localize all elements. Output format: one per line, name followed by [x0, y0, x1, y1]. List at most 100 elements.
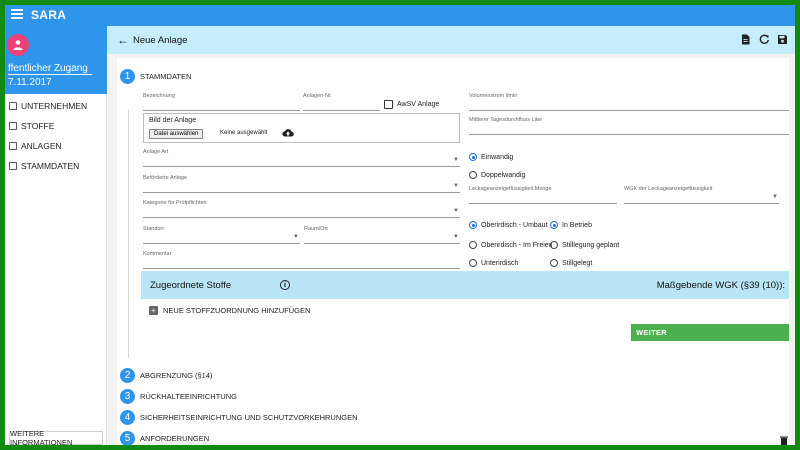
wgk-leckage-select[interactable]: WGK der Leckageanzeigeflüssigkeit ▼ — [624, 186, 779, 204]
form-card: 1 STAMMDATEN Bezeichnung Anlagen-Nr. AwS… — [117, 58, 789, 445]
standort-select[interactable]: Standort ▼ — [143, 226, 300, 244]
radio-oberirdisch-im-freien[interactable]: Oberirdisch - Im Freien — [469, 241, 553, 249]
add-stoff-button[interactable]: + NEUE STOFFZUORDNUNG HINZUFÜGEN — [149, 306, 310, 315]
sidebar-user-name[interactable]: ffentlicher Zugang — [8, 63, 92, 75]
tune-icon — [9, 142, 17, 150]
sidebar-header: ffentlicher Zugang 7.11.2017 — [5, 26, 107, 94]
tagesdurchfluss-field[interactable]: Mittlerer Tagesdurchfluss Liter — [469, 117, 789, 135]
radio-label: Unterirdisch — [481, 259, 519, 267]
field-label: Anlage Art — [143, 149, 169, 155]
sidebar-item-label: UNTERNEHMEN — [21, 101, 88, 111]
step-label: ANFORDERUNGEN — [140, 433, 210, 443]
sidebar-item-anlagen[interactable]: ANLAGEN — [9, 138, 105, 154]
leckage-menge-field[interactable]: Leckageanzeigeflüssigkeit Menge — [469, 186, 617, 204]
pdf-document-icon[interactable] — [740, 34, 751, 45]
weiter-button[interactable]: WEITER — [631, 324, 789, 341]
step-number: 2 — [120, 367, 135, 383]
main-content: ← Neue Anlage 1 STAMMDATEN Bezeichnung A… — [107, 26, 795, 445]
chevron-down-icon: ▼ — [453, 157, 459, 163]
field-label: WGK der Leckageanzeigeflüssigkeit — [624, 186, 713, 192]
choose-file-button[interactable]: Datei auswählen — [149, 129, 204, 139]
volumenstrom-input[interactable] — [469, 99, 789, 109]
more-info-button[interactable]: WEITERE INFORMATIONEN — [9, 429, 103, 445]
awsv-checkbox[interactable]: AwSV Anlage — [384, 100, 439, 109]
building-icon — [9, 102, 17, 110]
add-box-icon: + — [149, 306, 158, 315]
radio-in-betrieb[interactable]: In Betrieb — [550, 221, 592, 229]
kategorie-select[interactable]: Kategorie für Prüfpflichten ▼ — [143, 200, 460, 218]
step-abgrenzung[interactable]: 2 ABGRENZUNG (§14) — [120, 367, 213, 383]
keyboard-icon — [9, 162, 17, 170]
chevron-down-icon: ▼ — [453, 208, 459, 214]
kommentar-input[interactable] — [143, 257, 460, 267]
befoerderte-anlage-select[interactable]: Beförderte Anlage ▼ — [143, 175, 460, 193]
step-label: STAMMDATEN — [140, 71, 192, 81]
sidebar-item-label: STAMMDATEN — [21, 161, 80, 171]
step-anforderungen[interactable]: 5 ANFORDERUNGEN — [120, 430, 209, 445]
radio-label: Doppelwandig — [481, 171, 526, 179]
kommentar-field[interactable]: Kommentar — [143, 251, 460, 269]
radio-label: Stilllegung geplant — [562, 241, 620, 249]
image-label: Bild der Anlage — [149, 117, 197, 124]
radio-dot[interactable] — [550, 241, 558, 249]
step-label: RÜCKHALTEEINRICHTUNG — [140, 391, 237, 401]
radio-unterirdisch[interactable]: Unterirdisch — [469, 259, 518, 267]
chevron-down-icon: ▼ — [293, 234, 299, 240]
step-number: 3 — [120, 388, 135, 404]
field-label: Raum/Ort — [304, 226, 328, 232]
bezeichnung-field[interactable]: Bezeichnung — [143, 93, 300, 111]
leckage-menge-input[interactable] — [469, 192, 617, 202]
radio-stilllegung-geplant[interactable]: Stilllegung geplant — [550, 241, 619, 249]
raum-ort-select[interactable]: Raum/Ort ▼ — [304, 226, 460, 244]
save-icon[interactable] — [777, 34, 788, 45]
radio-einwandig[interactable]: Einwandig — [469, 153, 513, 161]
info-icon[interactable]: i — [280, 280, 290, 290]
step-rueckhalteeinrichtung[interactable]: 3 RÜCKHALTEEINRICHTUNG — [120, 388, 237, 404]
radio-dot[interactable] — [469, 171, 477, 179]
radio-stillgelegt[interactable]: Stillgelegt — [550, 259, 592, 267]
field-label: Beförderte Anlage — [143, 175, 188, 181]
chevron-down-icon: ▼ — [772, 194, 778, 200]
radio-dot[interactable] — [469, 221, 477, 229]
field-label: Standort — [143, 226, 164, 232]
trash-icon[interactable] — [780, 436, 788, 445]
radio-dot[interactable] — [469, 241, 477, 249]
radio-oberirdisch-umbaut[interactable]: Oberirdisch - Umbaut — [469, 221, 548, 229]
avatar[interactable] — [7, 34, 29, 56]
image-upload-box: Bild der Anlage Datei auswählen Keine au… — [143, 113, 460, 143]
radio-doppelwandig[interactable]: Doppelwandig — [469, 171, 525, 179]
checkbox-box[interactable] — [384, 100, 393, 109]
app-bar: SARA — [5, 5, 795, 26]
app-title: SARA — [31, 8, 67, 22]
step-sicherheitseinrichtung[interactable]: 4 SICHERHEITSEINRICHTUNG UND SCHUTZVORKE… — [120, 409, 358, 425]
app-frame: SARA ffentlicher Zugang 7.11.2017 UNTERN… — [5, 5, 795, 445]
sidebar-item-label: STOFFE — [21, 121, 55, 131]
add-stoff-label: NEUE STOFFZUORDNUNG HINZUFÜGEN — [163, 306, 311, 315]
sidebar: ffentlicher Zugang 7.11.2017 UNTERNEHMEN… — [5, 26, 107, 445]
sidebar-item-unternehmen[interactable]: UNTERNEHMEN — [9, 98, 105, 114]
chevron-down-icon: ▼ — [453, 234, 459, 240]
volumenstrom-field[interactable]: Volumenstrom l/min — [469, 93, 789, 111]
sidebar-item-stammdaten[interactable]: STAMMDATEN — [9, 158, 105, 174]
cloud-upload-icon[interactable] — [282, 128, 294, 137]
bezeichnung-input[interactable] — [143, 99, 300, 109]
step-stammdaten[interactable]: 1 STAMMDATEN — [120, 68, 191, 84]
file-status: Keine ausgewählt — [220, 130, 268, 136]
anlagen-nr-field[interactable]: Anlagen-Nr. — [303, 93, 380, 111]
back-arrow-icon[interactable]: ← — [117, 34, 129, 46]
anlage-art-select[interactable]: Anlage Art ▼ — [143, 149, 460, 167]
anlagen-nr-input[interactable] — [303, 99, 380, 109]
menu-icon[interactable] — [11, 9, 23, 21]
page-title: Neue Anlage — [133, 35, 188, 46]
refresh-icon[interactable] — [759, 34, 770, 45]
radio-dot[interactable] — [469, 153, 477, 161]
field-label: Kategorie für Prüfpflichten — [143, 200, 207, 206]
radio-dot[interactable] — [550, 259, 558, 267]
step-number: 1 — [120, 68, 135, 84]
sidebar-date: 7.11.2017 — [8, 77, 52, 88]
radio-dot[interactable] — [550, 221, 558, 229]
sidebar-item-stoffe[interactable]: STOFFE — [9, 118, 105, 134]
document-icon — [9, 122, 17, 130]
tagesdurchfluss-input[interactable] — [469, 123, 789, 133]
radio-dot[interactable] — [469, 259, 477, 267]
